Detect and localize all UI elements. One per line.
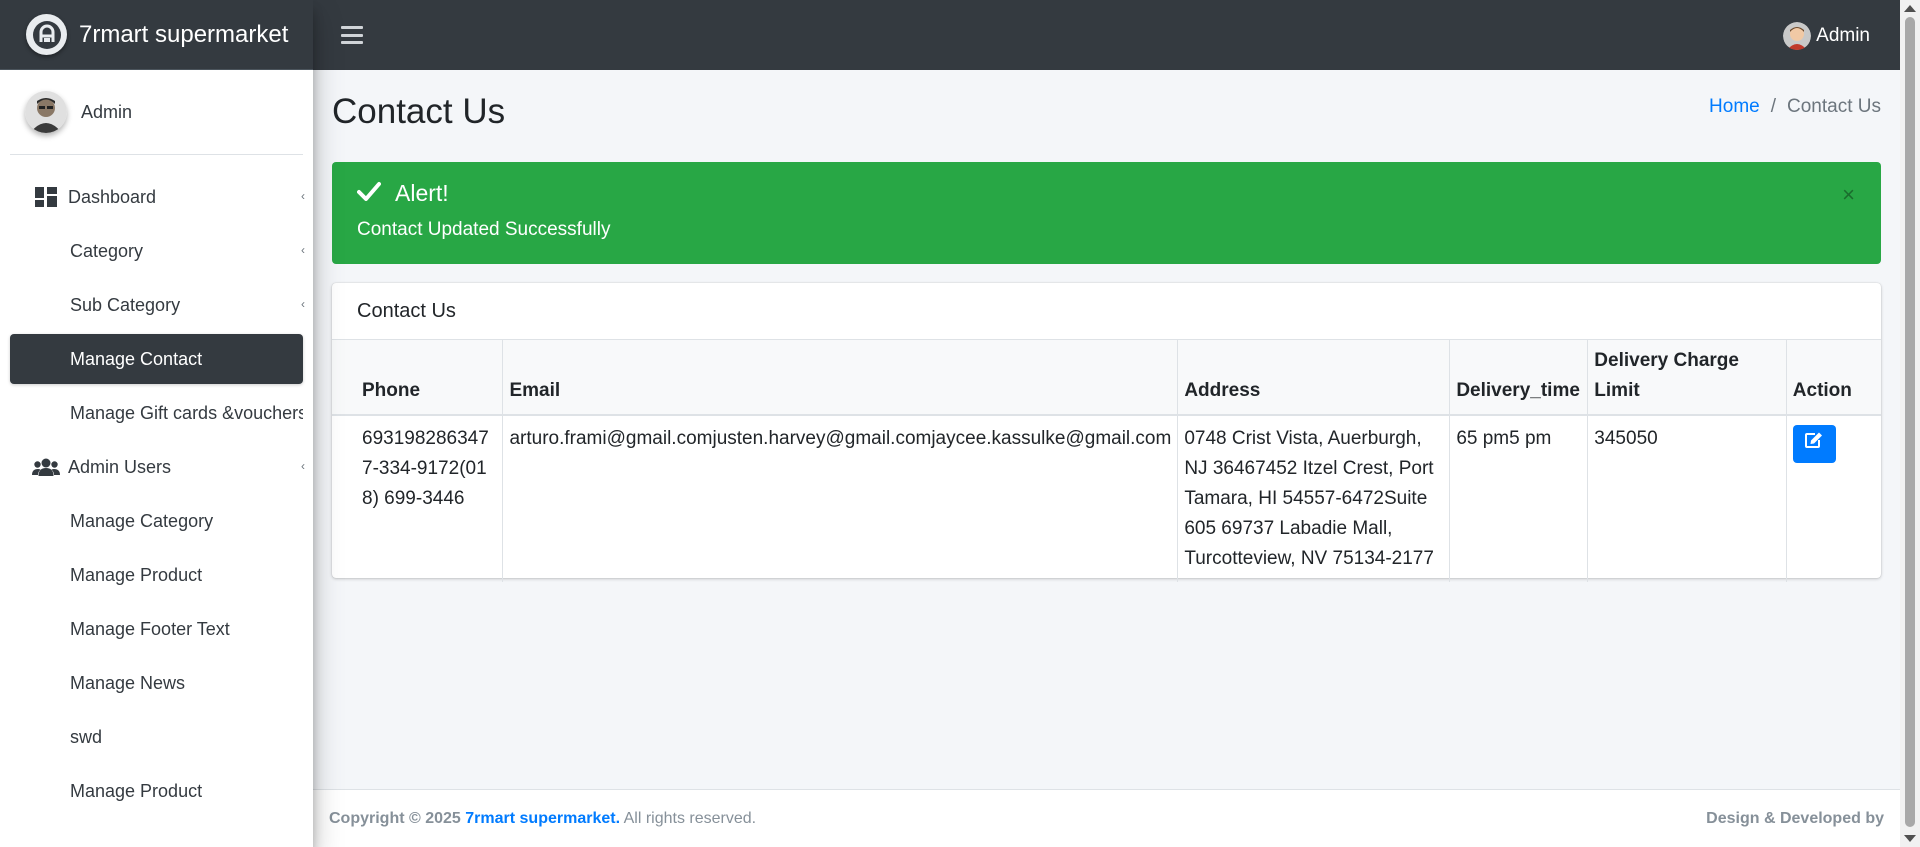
- contact-table: Phone Email Address Delivery_time Delive…: [332, 340, 1881, 582]
- alert-title: Alert!: [395, 180, 449, 206]
- chevron-left-icon: ‹: [301, 243, 305, 257]
- sidebar-item-manage-product-2[interactable]: Manage Product: [10, 766, 303, 816]
- vertical-scrollbar[interactable]: [1900, 0, 1920, 847]
- sidebar-item-manage-product[interactable]: Manage Product: [10, 550, 303, 600]
- alert-message: Contact Updated Successfully: [357, 219, 611, 240]
- sidebar-item-label: Manage Gift cards &vouchers: [70, 402, 303, 423]
- brand-logo-icon: [26, 14, 67, 55]
- sidebar-item-category[interactable]: Category ‹: [10, 226, 305, 276]
- close-icon[interactable]: ×: [1842, 182, 1855, 208]
- sidebar-item-manage-category[interactable]: Manage Category: [10, 496, 303, 546]
- sidebar-item-manage-footer-text[interactable]: Manage Footer Text: [10, 604, 303, 654]
- sidebar-item-label: Manage Product: [70, 780, 203, 801]
- cell-action: [1785, 415, 1881, 582]
- user-panel[interactable]: Admin: [10, 70, 303, 155]
- top-navbar: Admin: [313, 0, 1900, 70]
- sidebar-nav: Dashboard ‹ Category ‹ Sub Category ‹ Ma…: [10, 172, 305, 820]
- user-avatar: [25, 91, 67, 133]
- cell-phone: 6931982863477-334-9172(018) 699-3446: [362, 428, 489, 509]
- sidebar-item-label: Manage Contact: [70, 348, 203, 369]
- brand-link[interactable]: 7rmart supermarket: [0, 0, 313, 70]
- breadcrumb: Home / Contact Us: [1709, 96, 1881, 118]
- user-name: Admin: [81, 101, 133, 122]
- column-header-address: Address: [1177, 340, 1450, 416]
- chevron-left-icon: ‹: [301, 459, 305, 473]
- sidebar-item-label: Dashboard: [68, 186, 157, 207]
- sidebar-item-swd[interactable]: swd: [10, 712, 303, 762]
- cell-delivery-time: 65 pm5 pm: [1449, 415, 1588, 582]
- chevron-left-icon: ‹: [301, 297, 305, 311]
- cell-delivery-charge-limit: 345050: [1587, 415, 1787, 582]
- brand-name: 7rmart supermarket: [79, 20, 289, 48]
- menu-toggle-icon[interactable]: [341, 26, 363, 44]
- column-header-delivery-time: Delivery_time: [1449, 340, 1588, 416]
- sidebar-item-label: Manage News: [70, 672, 186, 693]
- breadcrumb-current: Contact Us: [1787, 96, 1881, 117]
- sidebar: 7rmart supermarket Admin Dashboard ‹ Cat…: [0, 0, 313, 847]
- footer-rights: All rights reserved.: [623, 809, 757, 827]
- sidebar-item-label: Admin Users: [68, 456, 172, 477]
- scroll-down-arrow-icon[interactable]: [1904, 835, 1916, 842]
- sidebar-item-label: Manage Footer Text: [70, 618, 230, 639]
- footer-copyright-text: Copyright © 2025: [329, 809, 461, 827]
- footer: Copyright © 2025 7rmart supermarket. All…: [313, 789, 1900, 847]
- edit-button[interactable]: [1792, 425, 1836, 463]
- user-avatar-icon: [1783, 22, 1812, 50]
- cell-address: 0748 Crist Vista, Auerburgh, NJ 36467452…: [1177, 415, 1450, 582]
- sidebar-item-manage-contact[interactable]: Manage Contact: [10, 334, 303, 384]
- footer-brand-link[interactable]: 7rmart supermarket.: [465, 810, 620, 827]
- sidebar-item-label: swd: [70, 726, 103, 747]
- page-title: Contact Us: [332, 92, 506, 131]
- table-row: 6931982863477-334-9172(018) 699-3446 art…: [332, 415, 1881, 582]
- chevron-left-icon: ‹: [301, 189, 305, 203]
- alert-header: Alert!: [357, 180, 1856, 207]
- breadcrumb-separator: /: [1770, 96, 1777, 117]
- sidebar-item-manage-news[interactable]: Manage News: [10, 658, 303, 708]
- contact-card: Contact Us Phone Email Address Delivery_…: [332, 283, 1881, 582]
- breadcrumb-home-link[interactable]: Home: [1709, 96, 1760, 118]
- success-alert: Alert! Contact Updated Successfully ×: [332, 162, 1881, 264]
- sidebar-item-sub-category[interactable]: Sub Category ‹: [10, 280, 305, 330]
- scrollbar-thumb[interactable]: [1905, 17, 1915, 827]
- dashboard-icon: [32, 183, 60, 211]
- users-icon: [32, 453, 60, 481]
- column-header-action: Action: [1785, 340, 1881, 416]
- sidebar-item-label: Manage Category: [70, 510, 214, 531]
- content-wrapper: Contact Us Home / Contact Us Alert! Cont…: [313, 70, 1900, 789]
- column-header-phone: Phone: [332, 340, 503, 416]
- column-header-email: Email: [502, 340, 1178, 416]
- sidebar-item-label: Category: [70, 240, 144, 261]
- sidebar-item-label: Sub Category: [70, 294, 181, 315]
- check-icon: [357, 180, 381, 207]
- sidebar-item-admin-users[interactable]: Admin Users ‹: [10, 442, 305, 492]
- sidebar-item-label: Manage Product: [70, 564, 203, 585]
- sidebar-item-manage-gift-cards[interactable]: Manage Gift cards &vouchers: [10, 388, 303, 438]
- scroll-up-arrow-icon[interactable]: [1904, 5, 1916, 12]
- user-menu[interactable]: Admin: [1783, 22, 1870, 50]
- footer-credit: Design & Developed by: [1706, 809, 1884, 827]
- sidebar-item-dashboard[interactable]: Dashboard ‹: [10, 172, 305, 222]
- column-header-delivery-charge-limit: Delivery Charge Limit: [1587, 340, 1787, 416]
- cell-email: arturo.frami@gmail.comjusten.harvey@gmai…: [502, 415, 1178, 582]
- edit-icon: [1804, 429, 1824, 459]
- card-title: Contact Us: [332, 283, 1881, 340]
- user-menu-label: Admin: [1816, 25, 1870, 46]
- footer-copyright: Copyright © 2025 7rmart supermarket. All…: [329, 810, 756, 828]
- table-header-row: Phone Email Address Delivery_time Delive…: [332, 340, 1881, 416]
